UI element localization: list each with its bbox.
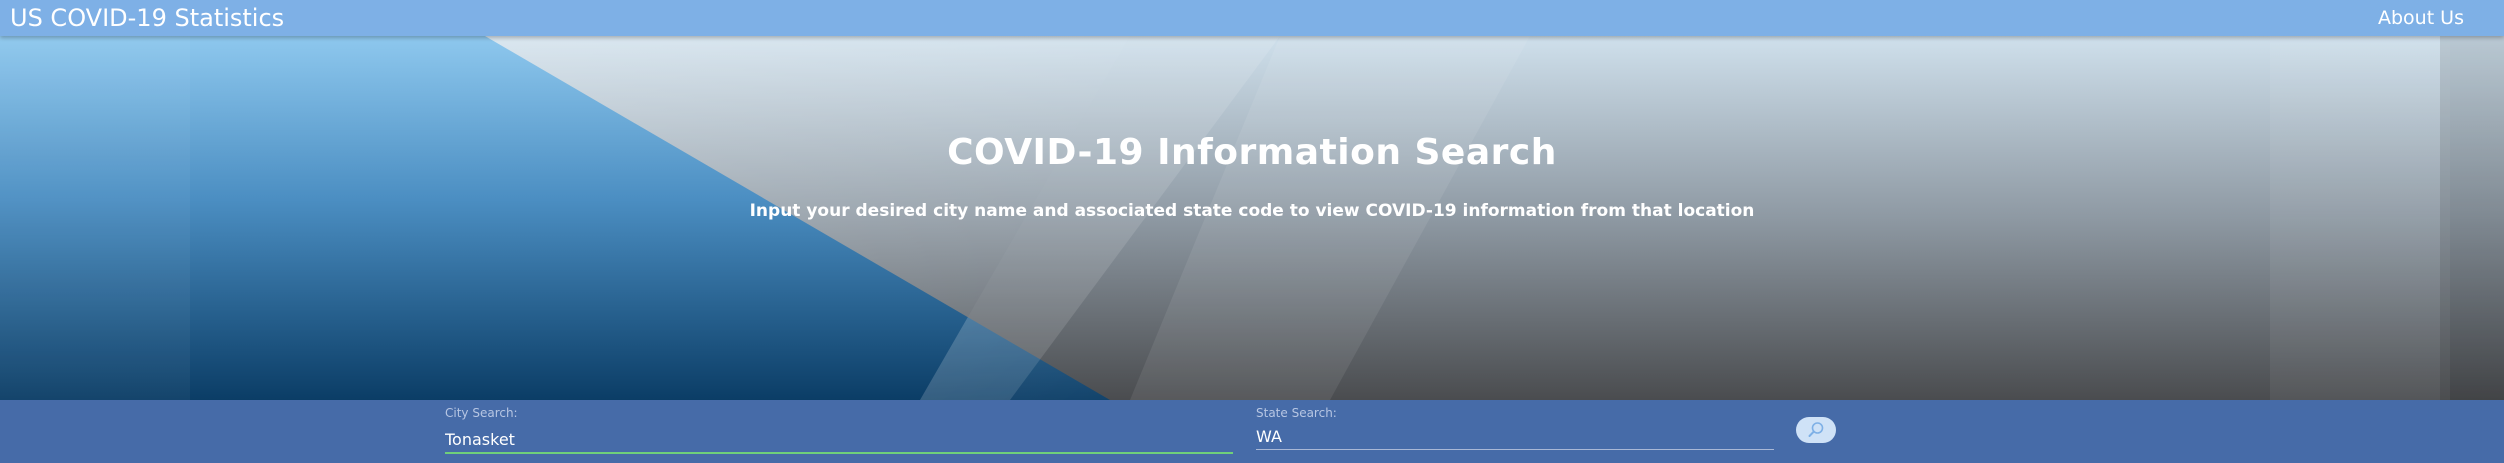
top-navbar: US COVID-19 Statistics About Us <box>0 0 2504 36</box>
city-search-label: City Search: <box>445 406 518 420</box>
state-search-label: State Search: <box>1256 406 1337 420</box>
search-icon <box>1808 422 1824 437</box>
hero-subtitle: Input your desired city name and associa… <box>749 201 1755 221</box>
about-us-link[interactable]: About Us <box>2378 5 2464 31</box>
hero-title: COVID-19 Information Search <box>947 132 1557 173</box>
state-search-input[interactable] <box>1256 423 1774 450</box>
city-search-input[interactable] <box>445 426 1233 454</box>
search-button[interactable] <box>1796 417 1836 443</box>
brand-title[interactable]: US COVID-19 Statistics <box>10 3 284 33</box>
hero-banner: COVID-19 Information Search Input your d… <box>0 36 2504 400</box>
search-bar: City Search: State Search: <box>0 400 2504 463</box>
